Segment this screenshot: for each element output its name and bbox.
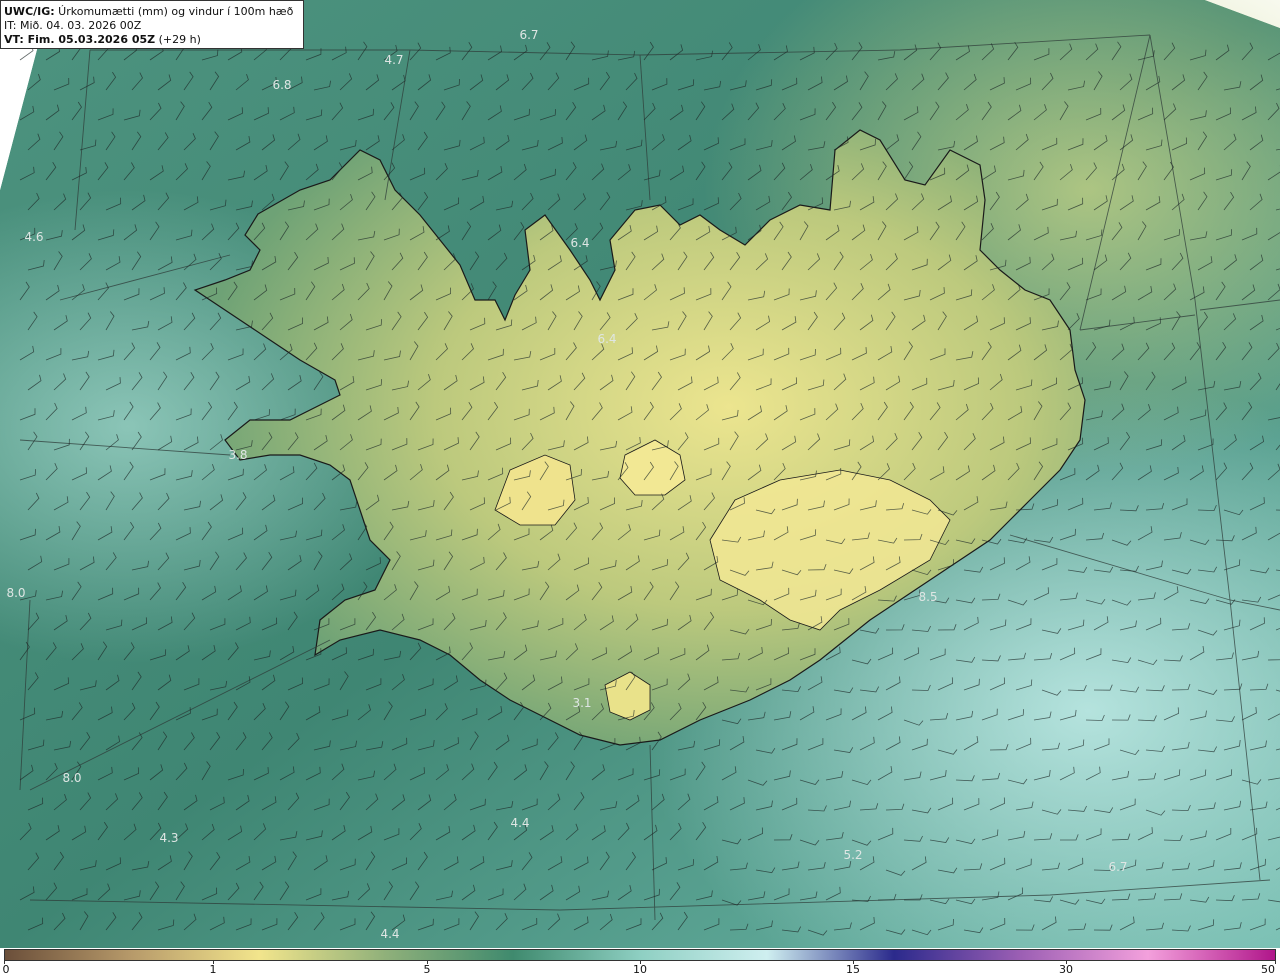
map-value-label: 4.4 xyxy=(510,816,530,830)
map-value-label: 4.3 xyxy=(159,831,179,845)
map-value-label: 6.7 xyxy=(519,28,539,42)
map-canvas xyxy=(0,0,1280,948)
map-value-label: 8.0 xyxy=(6,586,26,600)
product-code: UWC/IG: xyxy=(4,5,55,18)
colorbar-tick-label: 5 xyxy=(423,963,431,976)
forecast-hour: (+29 h) xyxy=(155,33,201,46)
colorbar-tick-label: 0 xyxy=(2,963,10,976)
map-value-label: 4.4 xyxy=(380,927,400,941)
map-value-label: 6.4 xyxy=(597,332,617,346)
map-value-label: 6.4 xyxy=(570,236,590,250)
product-description: Úrkomumætti (mm) og vindur í 100m hæð xyxy=(54,5,294,18)
colorbar-tick-label: 15 xyxy=(846,963,860,976)
product-line: UWC/IG: Úrkomumætti (mm) og vindur í 100… xyxy=(4,5,300,19)
map-value-label: 3.1 xyxy=(572,696,592,710)
colorbar-tick-label: 10 xyxy=(633,963,647,976)
colorbar-tick-label: 50 xyxy=(1261,963,1275,976)
map-value-label: 4.6 xyxy=(24,230,44,244)
colorbar-tick-mark xyxy=(1275,961,1276,964)
map-value-label: 3.8 xyxy=(228,448,248,462)
colorbar-gradient xyxy=(4,949,1276,961)
valid-line: VT: Fim. 05.03.2026 05Z (+29 h) xyxy=(4,33,300,47)
map-value-label: 4.7 xyxy=(384,53,404,67)
weather-map: UWC/IG: Úrkomumætti (mm) og vindur í 100… xyxy=(0,0,1280,948)
init-time: IT: Mið. 04. 03. 2026 00Z xyxy=(4,19,142,32)
map-title-box: UWC/IG: Úrkomumætti (mm) og vindur í 100… xyxy=(0,0,304,49)
map-value-label: 6.8 xyxy=(272,78,292,92)
map-value-label: 5.2 xyxy=(843,848,863,862)
map-value-label: 8.0 xyxy=(62,771,82,785)
colorbar: 0 1 5 10 15 30 50 xyxy=(0,948,1280,978)
colorbar-tick-label: 30 xyxy=(1059,963,1073,976)
map-value-label: 8.5 xyxy=(918,590,938,604)
colorbar-tick-label: 1 xyxy=(209,963,217,976)
valid-time: VT: Fim. 05.03.2026 05Z xyxy=(4,33,156,46)
map-value-label: 6.7 xyxy=(1108,860,1128,874)
